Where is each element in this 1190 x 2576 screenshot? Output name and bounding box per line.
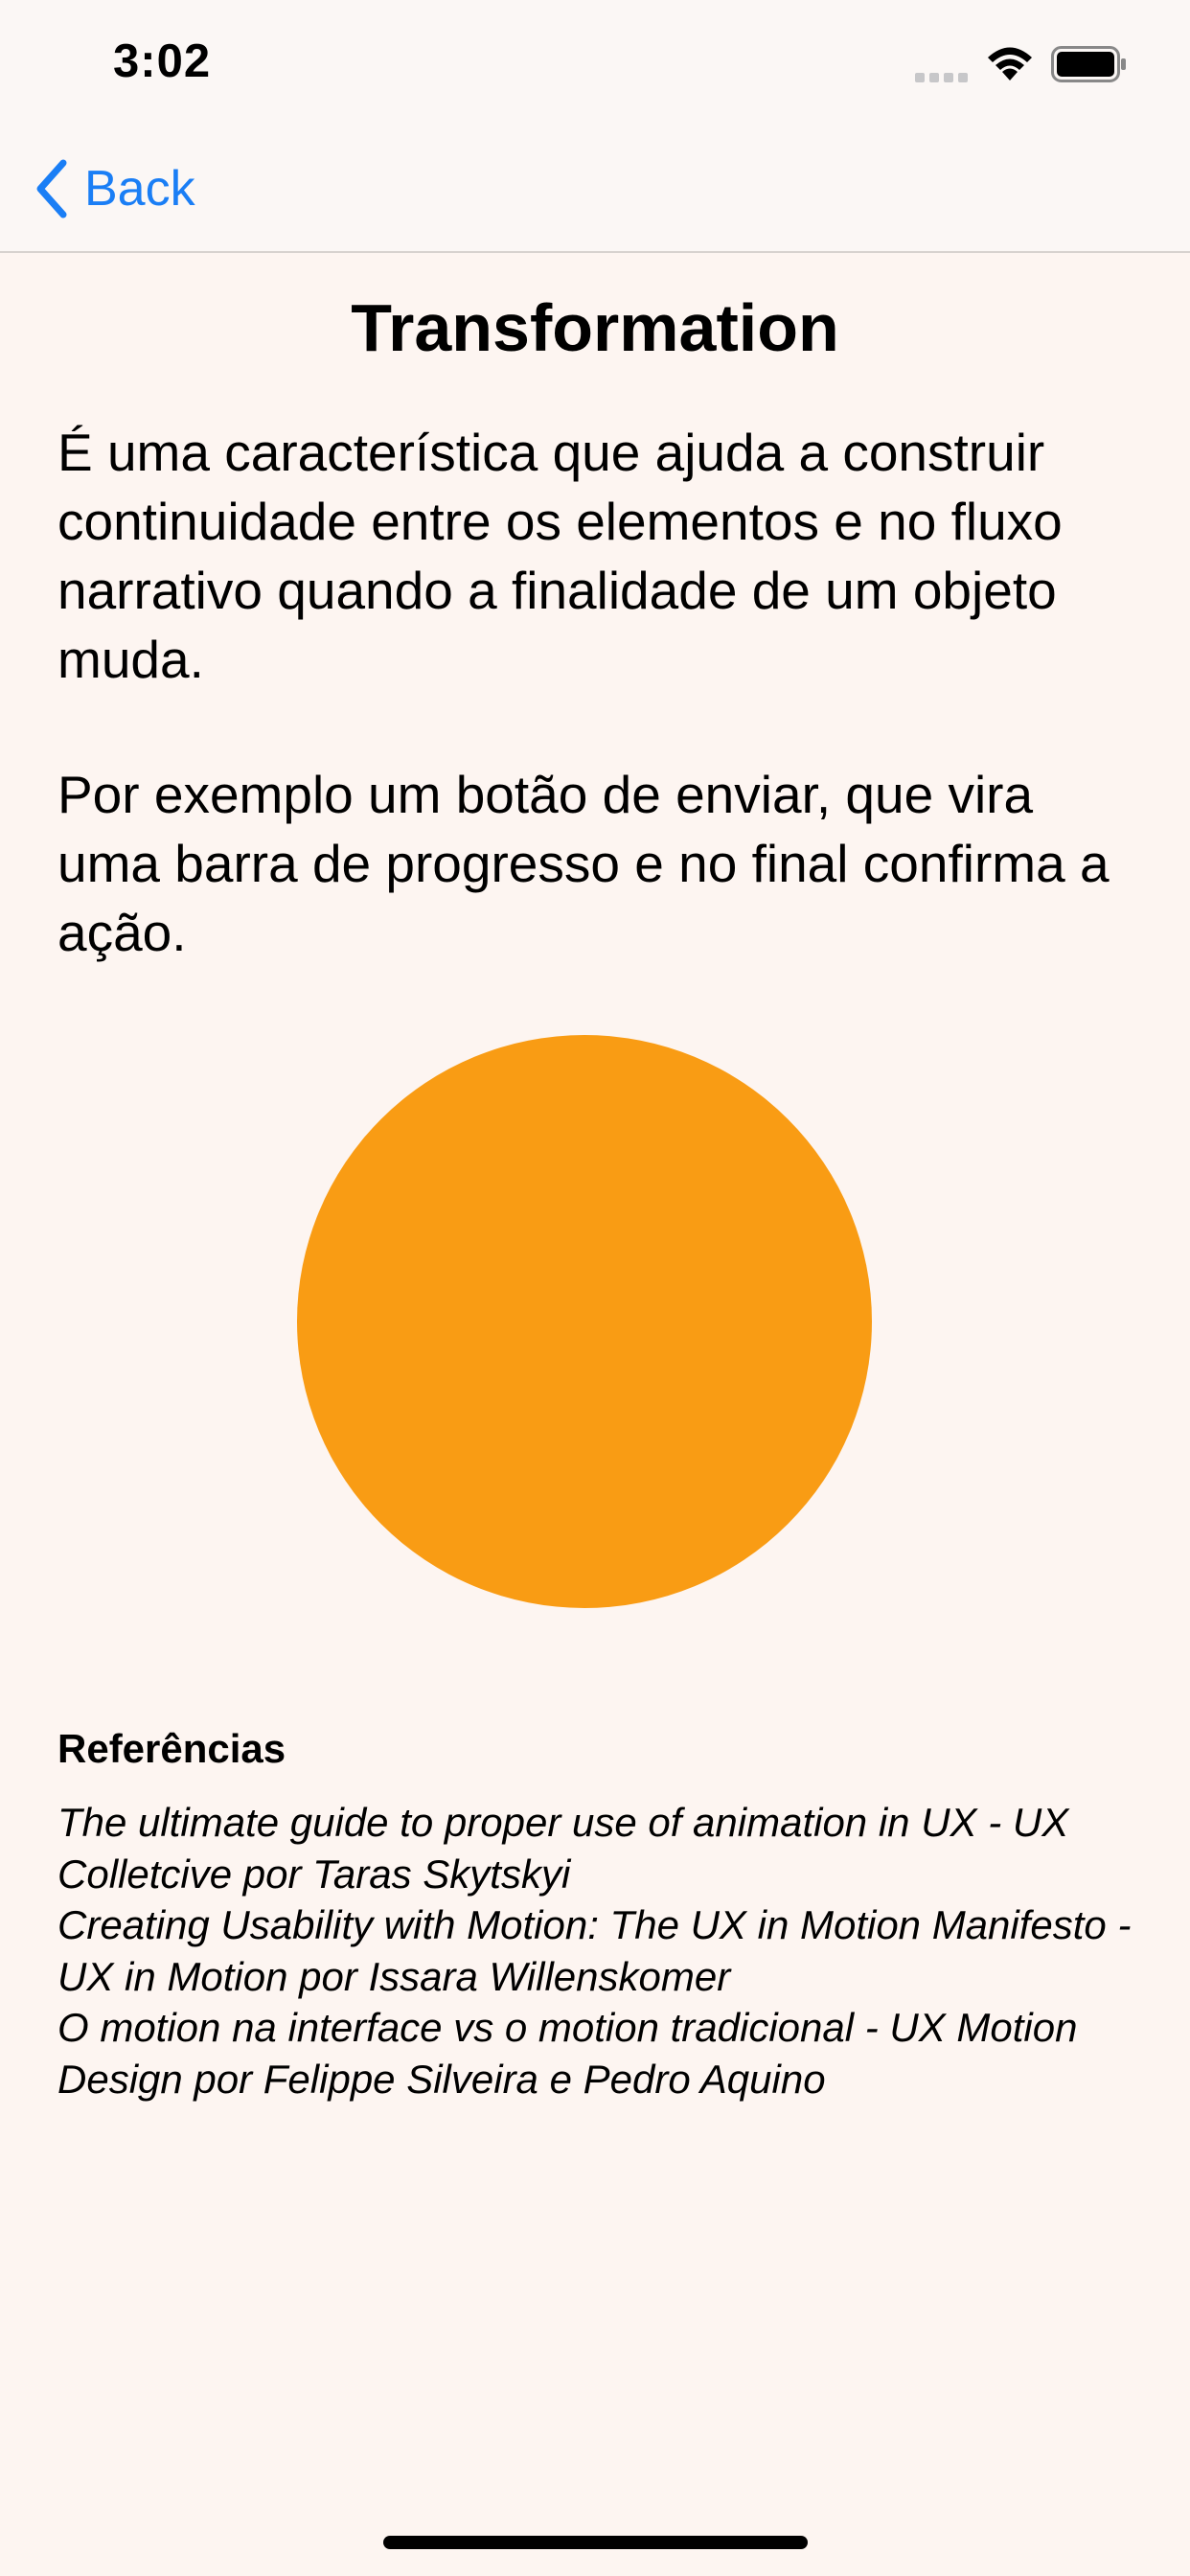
reference-item: O motion na interface vs o motion tradic… <box>57 2005 1078 2102</box>
references-list: The ultimate guide to proper use of anim… <box>57 1797 1159 2104</box>
navigation-bar: Back <box>0 126 1190 253</box>
transformation-circle[interactable] <box>296 1034 873 1609</box>
back-label: Back <box>84 161 195 217</box>
home-indicator[interactable] <box>383 2536 808 2549</box>
chevron-left-icon <box>36 159 67 218</box>
status-time: 3:02 <box>113 35 212 87</box>
reference-item: Creating Usability with Motion: The UX i… <box>57 1902 1132 1999</box>
references-title: Referências <box>57 1726 286 1771</box>
wifi-icon <box>988 47 1032 80</box>
status-bar: 3:02 <box>0 0 1190 126</box>
page-title: Transformation <box>351 290 839 365</box>
back-button[interactable]: Back <box>33 155 195 222</box>
description-paragraph: É uma característica que ajuda a constru… <box>57 423 1063 689</box>
cellular-signal-icon <box>915 71 969 82</box>
example-paragraph: Por exemplo um botão de enviar, que vira… <box>57 765 1110 962</box>
battery-icon <box>1051 46 1126 82</box>
screen: 3:02 Back Transformation É uma caracterí… <box>0 0 1190 2576</box>
reference-item: The ultimate guide to proper use of anim… <box>57 1800 1069 1897</box>
